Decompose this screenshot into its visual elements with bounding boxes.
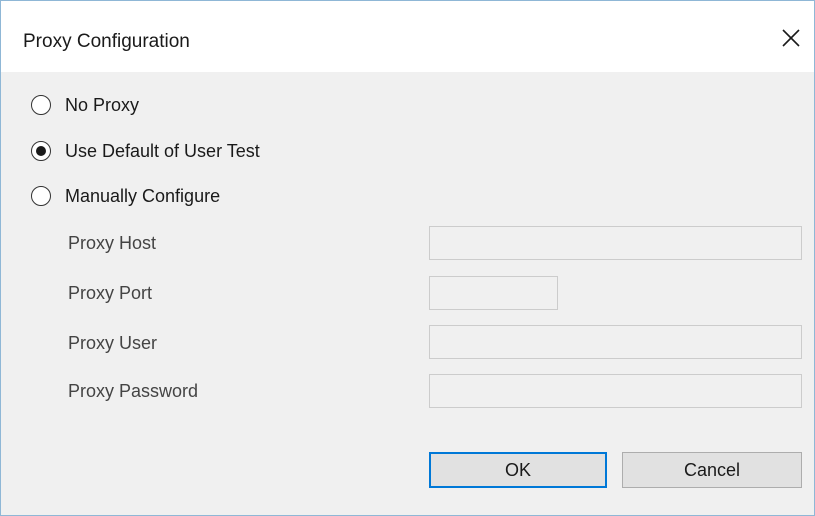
radio-no-proxy-label: No Proxy [65,95,140,115]
proxy-port-label: Proxy Port [68,283,153,303]
radio-use-default-label: Use Default of User Test [65,141,260,161]
proxy-password-input[interactable] [429,374,802,408]
ok-button[interactable]: OK [429,452,607,488]
proxy-user-label: Proxy User [68,333,158,353]
proxy-host-input[interactable] [429,226,802,260]
proxy-user-input[interactable] [429,325,802,359]
radio-manually-configure[interactable]: Manually Configure [31,183,220,209]
radio-button-circle[interactable] [31,95,51,115]
proxy-configuration-dialog: Proxy Configuration No Proxy Use Default… [0,0,815,516]
radio-no-proxy[interactable]: No Proxy [31,92,139,118]
radio-manually-configure-label: Manually Configure [65,186,221,206]
dialog-title: Proxy Configuration [23,31,190,52]
proxy-port-input[interactable] [429,276,558,310]
close-icon [782,29,800,47]
radio-use-default[interactable]: Use Default of User Test [31,138,260,164]
close-button[interactable] [774,21,808,55]
proxy-password-label: Proxy Password [68,381,199,401]
cancel-button[interactable]: Cancel [622,452,802,488]
radio-selected-dot [36,146,46,156]
radio-button-circle[interactable] [31,186,51,206]
title-bar[interactable]: Proxy Configuration [1,1,814,72]
dialog-content: No Proxy Use Default of User Test Manual… [1,72,814,515]
proxy-host-label: Proxy Host [68,233,157,253]
radio-button-circle-selected[interactable] [31,141,51,161]
